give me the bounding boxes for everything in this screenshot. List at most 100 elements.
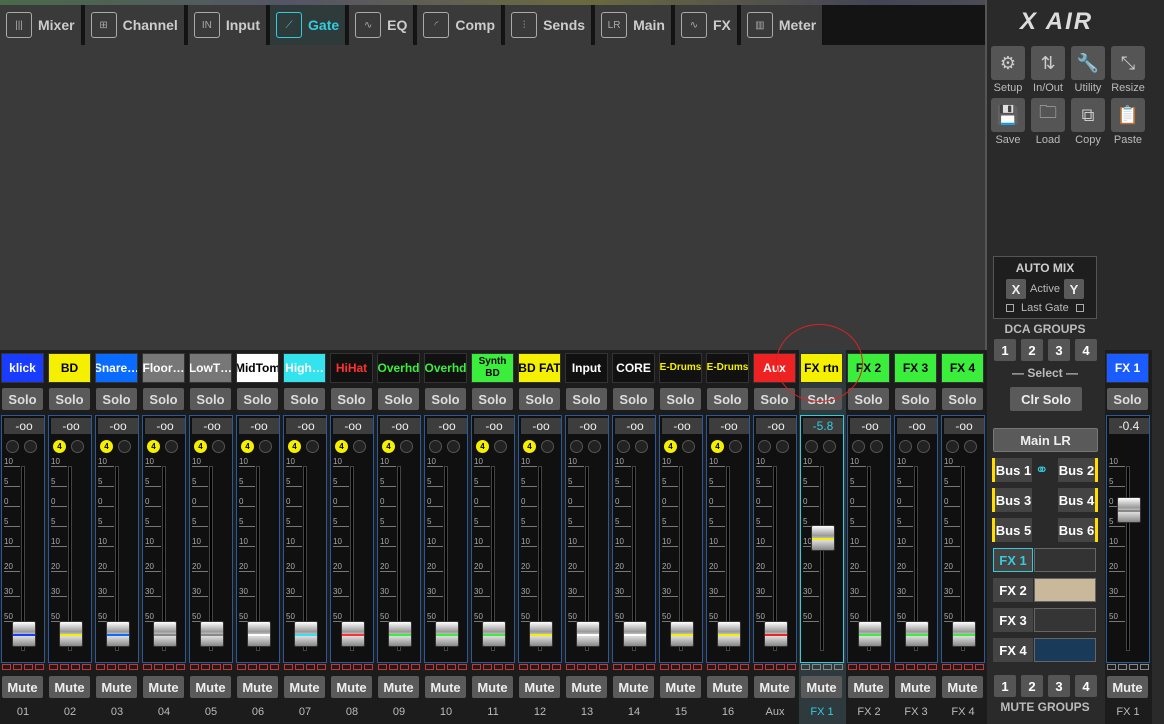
badge-circle-1[interactable]: 4 xyxy=(664,440,677,453)
badge-circle-1[interactable]: 4 xyxy=(288,440,301,453)
mute-group-button-3[interactable]: 3 xyxy=(1048,675,1070,697)
badge-circle-2[interactable] xyxy=(71,440,84,453)
badge-circle-1[interactable] xyxy=(946,440,959,453)
badge-circle-2[interactable] xyxy=(870,440,883,453)
channel-name[interactable]: FX 3 xyxy=(894,353,937,383)
fader-knob[interactable] xyxy=(294,621,318,647)
fader-knob[interactable] xyxy=(1117,497,1141,523)
util-setup-button[interactable]: ⚙ Setup xyxy=(990,46,1026,96)
channel-name[interactable]: High… xyxy=(283,353,326,383)
badge-circle-2[interactable] xyxy=(447,440,460,453)
badge-circle-1[interactable]: 4 xyxy=(53,440,66,453)
solo-button[interactable]: Solo xyxy=(942,388,983,410)
badge-circle-2[interactable] xyxy=(541,440,554,453)
fx-1-thumbnail[interactable] xyxy=(1034,548,1096,572)
bus-1-button[interactable]: Bus 1 xyxy=(992,458,1032,482)
badge-circle-2[interactable] xyxy=(259,440,272,453)
badge-circle-1[interactable]: 4 xyxy=(194,440,207,453)
mute-button[interactable]: Mute xyxy=(566,676,607,698)
solo-button[interactable]: Solo xyxy=(96,388,137,410)
badge-circle-1[interactable]: 4 xyxy=(382,440,395,453)
util-load-button[interactable]: 🗀 Load xyxy=(1030,98,1066,148)
channel-name[interactable]: Synth BD xyxy=(471,353,514,383)
util-utility-button[interactable]: 🔧 Utility xyxy=(1070,46,1106,96)
solo-button[interactable]: Solo xyxy=(284,388,325,410)
bus-4-button[interactable]: Bus 4 xyxy=(1058,488,1098,512)
fader-track[interactable] xyxy=(1126,466,1130,651)
mute-button[interactable]: Mute xyxy=(801,676,842,698)
badge-circle-1[interactable] xyxy=(6,440,19,453)
channel-name[interactable]: Snare… xyxy=(95,353,138,383)
solo-button[interactable]: Solo xyxy=(707,388,748,410)
channel-name[interactable]: E-Drums xyxy=(659,353,702,383)
channel-name[interactable]: MidTom xyxy=(236,353,279,383)
fx-2-button[interactable]: FX 2 xyxy=(993,578,1033,602)
fader-knob[interactable] xyxy=(529,621,553,647)
fader-knob[interactable] xyxy=(576,621,600,647)
channel-name[interactable]: BD xyxy=(48,353,91,383)
link-icon[interactable]: ⚭ xyxy=(1035,460,1055,480)
badge-circle-2[interactable] xyxy=(776,440,789,453)
fader-knob[interactable] xyxy=(482,621,506,647)
mute-button[interactable]: Mute xyxy=(895,676,936,698)
tab-main[interactable]: LR Main xyxy=(595,5,672,45)
tab-fx[interactable]: ∿ FX xyxy=(674,5,738,45)
tab-meter[interactable]: ▥ Meter xyxy=(740,5,824,45)
last-gate-checkbox-left[interactable] xyxy=(1006,304,1014,312)
bus-6-button[interactable]: Bus 6 xyxy=(1058,518,1098,542)
solo-button[interactable]: Solo xyxy=(49,388,90,410)
badge-circle-1[interactable] xyxy=(429,440,442,453)
fader-knob[interactable] xyxy=(341,621,365,647)
dca-button-3[interactable]: 3 xyxy=(1048,339,1070,361)
badge-circle-2[interactable] xyxy=(917,440,930,453)
fader-knob[interactable] xyxy=(764,621,788,647)
badge-circle-1[interactable]: 4 xyxy=(147,440,160,453)
mute-button[interactable]: Mute xyxy=(613,676,654,698)
badge-circle-2[interactable] xyxy=(212,440,225,453)
fader-knob[interactable] xyxy=(858,621,882,647)
badge-circle-2[interactable] xyxy=(588,440,601,453)
mute-button[interactable]: Mute xyxy=(237,676,278,698)
solo-button[interactable]: Solo xyxy=(1107,388,1148,410)
badge-circle-1[interactable]: 4 xyxy=(711,440,724,453)
badge-circle-2[interactable] xyxy=(306,440,319,453)
fader-knob[interactable] xyxy=(670,621,694,647)
badge-circle-1[interactable] xyxy=(617,440,630,453)
channel-name[interactable]: E-Drums xyxy=(706,353,749,383)
fader-knob[interactable] xyxy=(388,621,412,647)
automix-x-button[interactable]: X xyxy=(1006,279,1026,299)
fx-3-thumbnail[interactable] xyxy=(1034,608,1096,632)
solo-button[interactable]: Solo xyxy=(331,388,372,410)
badge-circle-2[interactable] xyxy=(24,440,37,453)
mute-button[interactable]: Mute xyxy=(190,676,231,698)
mute-button[interactable]: Mute xyxy=(942,676,983,698)
util-paste-button[interactable]: 📋 Paste xyxy=(1110,98,1146,148)
tab-sends[interactable]: ⫶ Sends xyxy=(505,5,593,45)
badge-circle-1[interactable] xyxy=(805,440,818,453)
badge-circle-1[interactable]: 4 xyxy=(476,440,489,453)
solo-button[interactable]: Solo xyxy=(472,388,513,410)
channel-name[interactable]: Floor… xyxy=(142,353,185,383)
channel-name[interactable]: FX 1 xyxy=(1106,353,1149,383)
channel-name[interactable]: Input xyxy=(565,353,608,383)
fader-knob[interactable] xyxy=(247,621,271,647)
main-lr-button[interactable]: Main LR xyxy=(993,428,1098,452)
badge-circle-2[interactable] xyxy=(635,440,648,453)
mute-button[interactable]: Mute xyxy=(707,676,748,698)
dca-button-4[interactable]: 4 xyxy=(1075,339,1097,361)
mute-button[interactable]: Mute xyxy=(143,676,184,698)
mute-button[interactable]: Mute xyxy=(331,676,372,698)
channel-name[interactable]: CORE xyxy=(612,353,655,383)
util-save-button[interactable]: 💾 Save xyxy=(990,98,1026,148)
solo-button[interactable]: Solo xyxy=(425,388,466,410)
badge-circle-2[interactable] xyxy=(729,440,742,453)
badge-circle-2[interactable] xyxy=(682,440,695,453)
tab-channel[interactable]: ⊞ Channel xyxy=(84,5,185,45)
solo-button[interactable]: Solo xyxy=(237,388,278,410)
mute-button[interactable]: Mute xyxy=(472,676,513,698)
tab-input[interactable]: IN Input xyxy=(187,5,268,45)
fader-knob[interactable] xyxy=(200,621,224,647)
channel-name[interactable]: FX 4 xyxy=(941,353,984,383)
solo-button[interactable]: Solo xyxy=(895,388,936,410)
bus-2-button[interactable]: Bus 2 xyxy=(1058,458,1098,482)
